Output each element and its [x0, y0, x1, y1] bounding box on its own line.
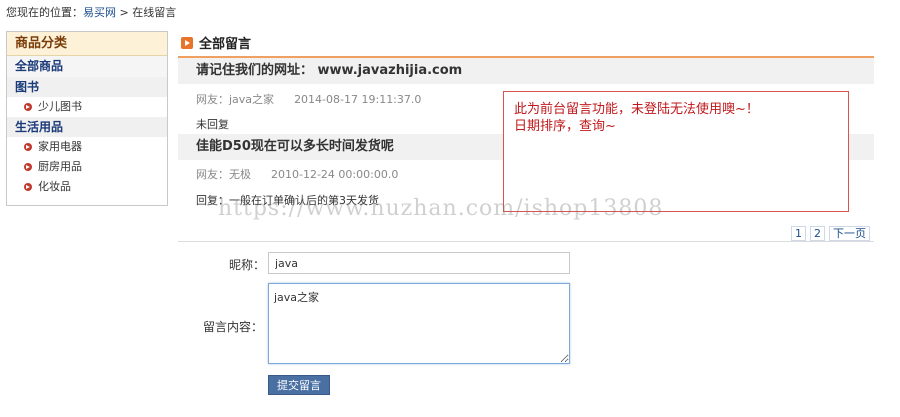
sidebar-item-label: 少儿图书: [38, 100, 82, 113]
breadcrumb-prefix: 您现在的位置：: [6, 6, 83, 19]
content-label: 留言内容：: [203, 320, 264, 334]
page-link-2[interactable]: 2: [810, 226, 825, 241]
bullet-arrow-icon: [24, 103, 32, 111]
annotation-note: 此为前台留言功能，未登陆无法使用噢~！ 日期排序，查询~: [503, 91, 849, 212]
sidebar-group-books[interactable]: 图书: [7, 77, 167, 97]
page-title: 全部留言: [199, 37, 252, 52]
message-time: 2010-12-24 00:00:00.0: [271, 168, 399, 181]
note-line: 此为前台留言功能，未登陆无法使用噢~！: [514, 102, 759, 117]
bullet-arrow-icon: [24, 143, 32, 151]
next-page-link[interactable]: 下一页: [829, 226, 870, 241]
sidebar-title: 商品分类: [7, 32, 167, 56]
nickname-input[interactable]: [268, 252, 570, 274]
sidebar-group-daily-goods[interactable]: 生活用品: [7, 117, 167, 137]
list-divider: [178, 241, 874, 242]
message-author: 网友：java之家: [196, 93, 275, 106]
sidebar-item-all-products[interactable]: 全部商品: [7, 56, 167, 77]
message-author: 网友：无极: [196, 168, 251, 181]
sidebar-item-home-appliances[interactable]: 家用电器: [7, 137, 167, 157]
watermark-text: https://www.huzhan.com/ishop13808: [218, 196, 664, 221]
arrow-box-icon: [181, 36, 193, 49]
breadcrumb: 您现在的位置：易买网 > 在线留言: [6, 4, 176, 20]
sidebar-item-cosmetics[interactable]: 化妆品: [7, 177, 167, 197]
message-reply: 未回复: [196, 118, 229, 131]
message-time: 2014-08-17 19:11:37.0: [294, 93, 422, 106]
breadcrumb-current: 在线留言: [132, 6, 177, 19]
bullet-arrow-icon: [24, 163, 32, 171]
message-meta: 网友：无极 2010-12-24 00:00:00.0: [196, 166, 398, 182]
sidebar-item-children-books[interactable]: 少儿图书: [7, 97, 167, 117]
section-header: 全部留言: [181, 33, 251, 52]
sidebar-item-kitchen[interactable]: 厨房用品: [7, 157, 167, 177]
message-title: 请记住我们的网址： www.javazhijia.com: [178, 58, 874, 84]
category-sidebar: 商品分类 全部商品 图书 少儿图书 生活用品 家用电器 厨房用品 化妆品: [6, 31, 168, 206]
submit-message-button[interactable]: 提交留言: [268, 375, 330, 395]
sidebar-item-label: 化妆品: [38, 180, 71, 193]
nickname-label: 昵称：: [229, 258, 266, 272]
sidebar-item-label: 厨房用品: [38, 160, 82, 173]
sidebar-item-label: 家用电器: [38, 140, 82, 153]
note-line: 日期排序，查询~: [514, 119, 616, 134]
message-content-textarea[interactable]: java之家: [268, 283, 570, 364]
message-meta: 网友：java之家 2014-08-17 19:11:37.0: [196, 91, 421, 107]
pagination: 1 2 下一页: [791, 226, 870, 241]
breadcrumb-home-link[interactable]: 易买网: [83, 6, 116, 19]
page-link-1[interactable]: 1: [791, 226, 806, 241]
breadcrumb-separator: >: [116, 6, 133, 19]
bullet-arrow-icon: [24, 183, 32, 191]
